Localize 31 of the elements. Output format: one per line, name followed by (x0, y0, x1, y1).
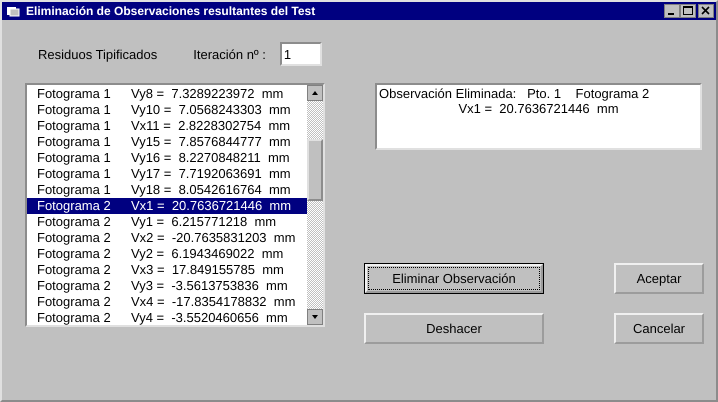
minimize-button[interactable] (664, 4, 680, 18)
list-item[interactable]: Fotograma 1 Vy8 = 7.3289223972 mm (27, 86, 307, 102)
list-item[interactable]: Fotograma 2 Vx1 = 20.7636721446 mm (27, 198, 307, 214)
list-item[interactable]: Fotograma 2 Vx4 = -17.8354178832 mm (27, 294, 307, 310)
list-item[interactable]: Fotograma 1 Vx11 = 2.8228302754 mm (27, 118, 307, 134)
eliminated-observation-text: Observación Eliminada: Pto. 1 Fotograma 2 (379, 86, 650, 101)
iteration-label: Iteración nº : (193, 46, 266, 62)
iteration-field[interactable]: 1 (280, 42, 322, 66)
eliminated-observation-text: Vx1 = 20.7636721446 mm (457, 101, 620, 116)
close-button[interactable] (698, 4, 714, 18)
dialog-button[interactable]: Aceptar (614, 263, 704, 294)
dialog-button[interactable]: Cancelar (614, 313, 704, 344)
list-item[interactable]: Fotograma 1 Vy10 = 7.0568243303 mm (27, 102, 307, 118)
scrollbar[interactable] (307, 85, 323, 325)
window-icon (6, 5, 20, 17)
list-item[interactable]: Fotograma 2 Vx3 = 17.849155785 mm (27, 262, 307, 278)
list-item[interactable]: Fotograma 2 Vy4 = -3.5520460656 mm (27, 310, 307, 325)
list-item[interactable]: Fotograma 2 Vy1 = 6.215771218 mm (27, 214, 307, 230)
list-item[interactable]: Fotograma 1 Vy15 = 7.8576844777 mm (27, 134, 307, 150)
list-item[interactable]: Fotograma 1 Vy16 = 8.2270848211 mm (27, 150, 307, 166)
list-item[interactable]: Fotograma 1 Vy18 = 8.0542616764 mm (27, 182, 307, 198)
list-item[interactable]: Fotograma 2 Vy2 = 6.1943469022 mm (27, 246, 307, 262)
dialog-button[interactable]: Deshacer (364, 313, 544, 344)
maximize-button[interactable] (680, 4, 696, 18)
list-item[interactable]: Fotograma 1 Vy17 = 7.7192063691 mm (27, 166, 307, 182)
scroll-thumb[interactable] (307, 139, 323, 201)
list-item[interactable]: Fotograma 2 Vy3 = -3.5613753836 mm (27, 278, 307, 294)
residuals-label: Residuos Tipificados (38, 46, 158, 62)
dialog-button[interactable]: Eliminar Observación (364, 263, 544, 294)
list-item[interactable]: Fotograma 2 Vx2 = -20.7635831203 mm (27, 230, 307, 246)
window-title: Eliminación de Observaciones resultantes del Test (26, 4, 316, 18)
